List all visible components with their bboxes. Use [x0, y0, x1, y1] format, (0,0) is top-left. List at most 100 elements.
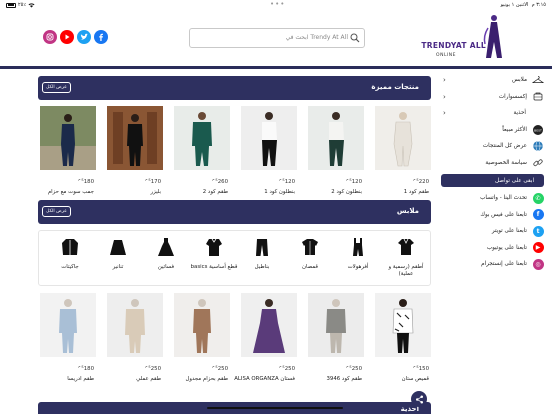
product-card[interactable]: 220ج.م طقم كود 1: [375, 106, 431, 195]
sidebar-item-facebook[interactable]: f تابعنا على فيس بوك: [435, 207, 552, 224]
sidebar-item-label: تابعنا على إنستجرام: [481, 261, 527, 268]
product-image[interactable]: [174, 106, 230, 170]
product-price: 180ج.م: [78, 364, 94, 372]
wifi-icon: [28, 2, 35, 7]
category-skirts[interactable]: تنانير: [94, 237, 142, 281]
product-card[interactable]: 120ج.م بنطلون كود 2: [308, 106, 364, 195]
product-price: 260ج.م: [212, 177, 228, 185]
multitask-dots[interactable]: •••: [270, 0, 285, 8]
category-jackets[interactable]: جاكيتات: [46, 237, 94, 281]
sidebar-item-label: تابعنا على فيس بوك: [480, 211, 527, 218]
product-name: طقم عملي: [136, 376, 161, 382]
sidebar-item-youtube[interactable]: ▶ تابعنا على يوتيوب: [435, 240, 552, 257]
link-icon: [532, 157, 544, 169]
view-all-button[interactable]: عرض الكل: [42, 206, 71, 217]
instagram-icon: ◎: [532, 258, 544, 270]
home-indicator[interactable]: [207, 407, 343, 409]
sidebar-item-whatsapp[interactable]: ✆ تحدث الينا - واتساب: [435, 190, 552, 207]
sidebar-item-clothes[interactable]: ملابس ‹: [435, 72, 552, 89]
product-card[interactable]: 170ج.م بليزر: [107, 106, 163, 195]
category-label: بناطيل: [254, 264, 270, 270]
contact-button[interactable]: ابقى على تواصل: [441, 174, 544, 187]
section-title: ملابس: [396, 207, 419, 215]
set-icon: [398, 238, 414, 255]
social-links: [43, 30, 108, 44]
sidebar-item-all-products[interactable]: عرض كل المنتجات: [435, 138, 552, 155]
product-card[interactable]: 180ج.م طقم ادريسا: [40, 293, 96, 382]
sidebar-item-label: تحدث الينا - واتساب: [480, 195, 527, 202]
accessories-icon: [532, 91, 544, 103]
skirt-icon: [110, 240, 126, 255]
sidebar-item-label: أحذية: [513, 110, 526, 117]
status-bar: ٣:١٥ م الاثنين ١ يونيو ••• ٢٥٪: [0, 0, 552, 10]
product-image[interactable]: [107, 106, 163, 170]
product-card[interactable]: 150ج.م قميص ستان: [375, 293, 431, 382]
category-sets[interactable]: أطقم (رسمية و عملية): [382, 237, 430, 281]
facebook-icon[interactable]: [94, 30, 108, 44]
product-price: 180ج.م: [78, 177, 94, 185]
category-shirts[interactable]: قمصان: [286, 237, 334, 281]
main-content: منتجات مميزة عرض الكل 220ج.م طقم كود 1 1…: [38, 76, 431, 387]
brand-logo[interactable]: TRENDYAT ALL ONLINE: [421, 14, 508, 64]
product-image[interactable]: [40, 106, 96, 170]
product-card[interactable]: 250ج.م طقم بحزام مجدول: [174, 293, 230, 382]
sidebar-item-shoes[interactable]: أحذية ‹: [435, 105, 552, 122]
search-input[interactable]: Trendy At All ابحث في: [189, 28, 365, 48]
product-name: بليزر: [150, 189, 162, 195]
youtube-icon[interactable]: [60, 30, 74, 44]
sidebar-item-instagram[interactable]: ◎ تابعنا على إنستجرام: [435, 256, 552, 273]
svg-text:BEST: BEST: [534, 128, 542, 132]
sidebar-item-label: الأكثر مبيعاً: [502, 126, 527, 133]
sidebar-item-privacy[interactable]: سياسة الخصوصية: [435, 155, 552, 172]
category-label: جاكيتات: [61, 264, 79, 270]
featured-section-header: منتجات مميزة عرض الكل: [38, 76, 431, 100]
chevron-left-icon: ‹: [443, 92, 446, 101]
category-dresses[interactable]: فساتين: [142, 237, 190, 281]
search-placeholder: Trendy At All ابحث في: [285, 34, 348, 41]
basics-icon: [206, 238, 222, 256]
featured-products: 220ج.م طقم كود 1 120ج.م بنطلون كود 2 120…: [38, 106, 431, 200]
twitter-icon[interactable]: [77, 30, 91, 44]
view-all-button[interactable]: عرض الكل: [42, 82, 71, 93]
instagram-icon[interactable]: [43, 30, 57, 44]
product-image[interactable]: [241, 106, 297, 170]
site-header: TRENDYAT ALL ONLINE Trendy At All ابحث ف…: [0, 10, 552, 66]
product-card[interactable]: 250ج.م طقم عملي: [107, 293, 163, 382]
product-card[interactable]: 260ج.م طقم كود 2: [174, 106, 230, 195]
product-card[interactable]: 120ج.م بنطلون كود 1: [241, 106, 297, 195]
sidebar-item-best-seller[interactable]: BEST الأكثر مبيعاً: [435, 122, 552, 139]
sidebar-item-label: عرض كل المنتجات: [482, 143, 527, 150]
category-overalls[interactable]: أفرهولات: [334, 237, 382, 281]
product-name: طقم ادريسا: [67, 376, 94, 382]
sidebar-item-accessories[interactable]: إكسسوارات ‹: [435, 89, 552, 106]
clothes-section-header: ملابس عرض الكل: [38, 200, 431, 224]
product-card[interactable]: 250ج.م فستان ALISA ORGANZA: [234, 293, 297, 382]
product-image[interactable]: [375, 106, 431, 170]
product-image[interactable]: [174, 293, 230, 357]
share-button[interactable]: [411, 391, 427, 407]
product-image[interactable]: [308, 106, 364, 170]
product-image[interactable]: [40, 293, 96, 357]
product-image[interactable]: [375, 293, 431, 357]
product-price: 250ج.م: [212, 364, 228, 372]
product-price: 150ج.م: [413, 364, 429, 372]
category-pants[interactable]: بناطيل: [238, 237, 286, 281]
shirt-icon: [302, 239, 318, 255]
sidebar-item-twitter[interactable]: t تابعنا على تويتر: [435, 223, 552, 240]
product-image[interactable]: [107, 293, 163, 357]
product-name: طقم كود 2: [202, 189, 228, 195]
chevron-left-icon: ‹: [443, 109, 446, 117]
share-icon: [415, 395, 423, 403]
best-seller-icon: BEST: [532, 124, 544, 136]
product-image[interactable]: [308, 293, 364, 357]
product-card[interactable]: 180ج.م جمب سوت مع حزام: [40, 106, 96, 195]
battery-indicator: ٢٥٪: [6, 2, 35, 8]
section-title: منتجات مميزة: [371, 83, 419, 91]
overall-icon: [353, 238, 363, 256]
product-price: 250ج.م: [346, 364, 362, 372]
category-basics[interactable]: قطع أساسية basics: [190, 237, 238, 281]
product-price: 250ج.م: [279, 364, 295, 372]
product-card[interactable]: 250ج.م طقم كود 3946: [308, 293, 364, 382]
pants-icon: [256, 239, 268, 256]
product-image[interactable]: [241, 293, 297, 357]
